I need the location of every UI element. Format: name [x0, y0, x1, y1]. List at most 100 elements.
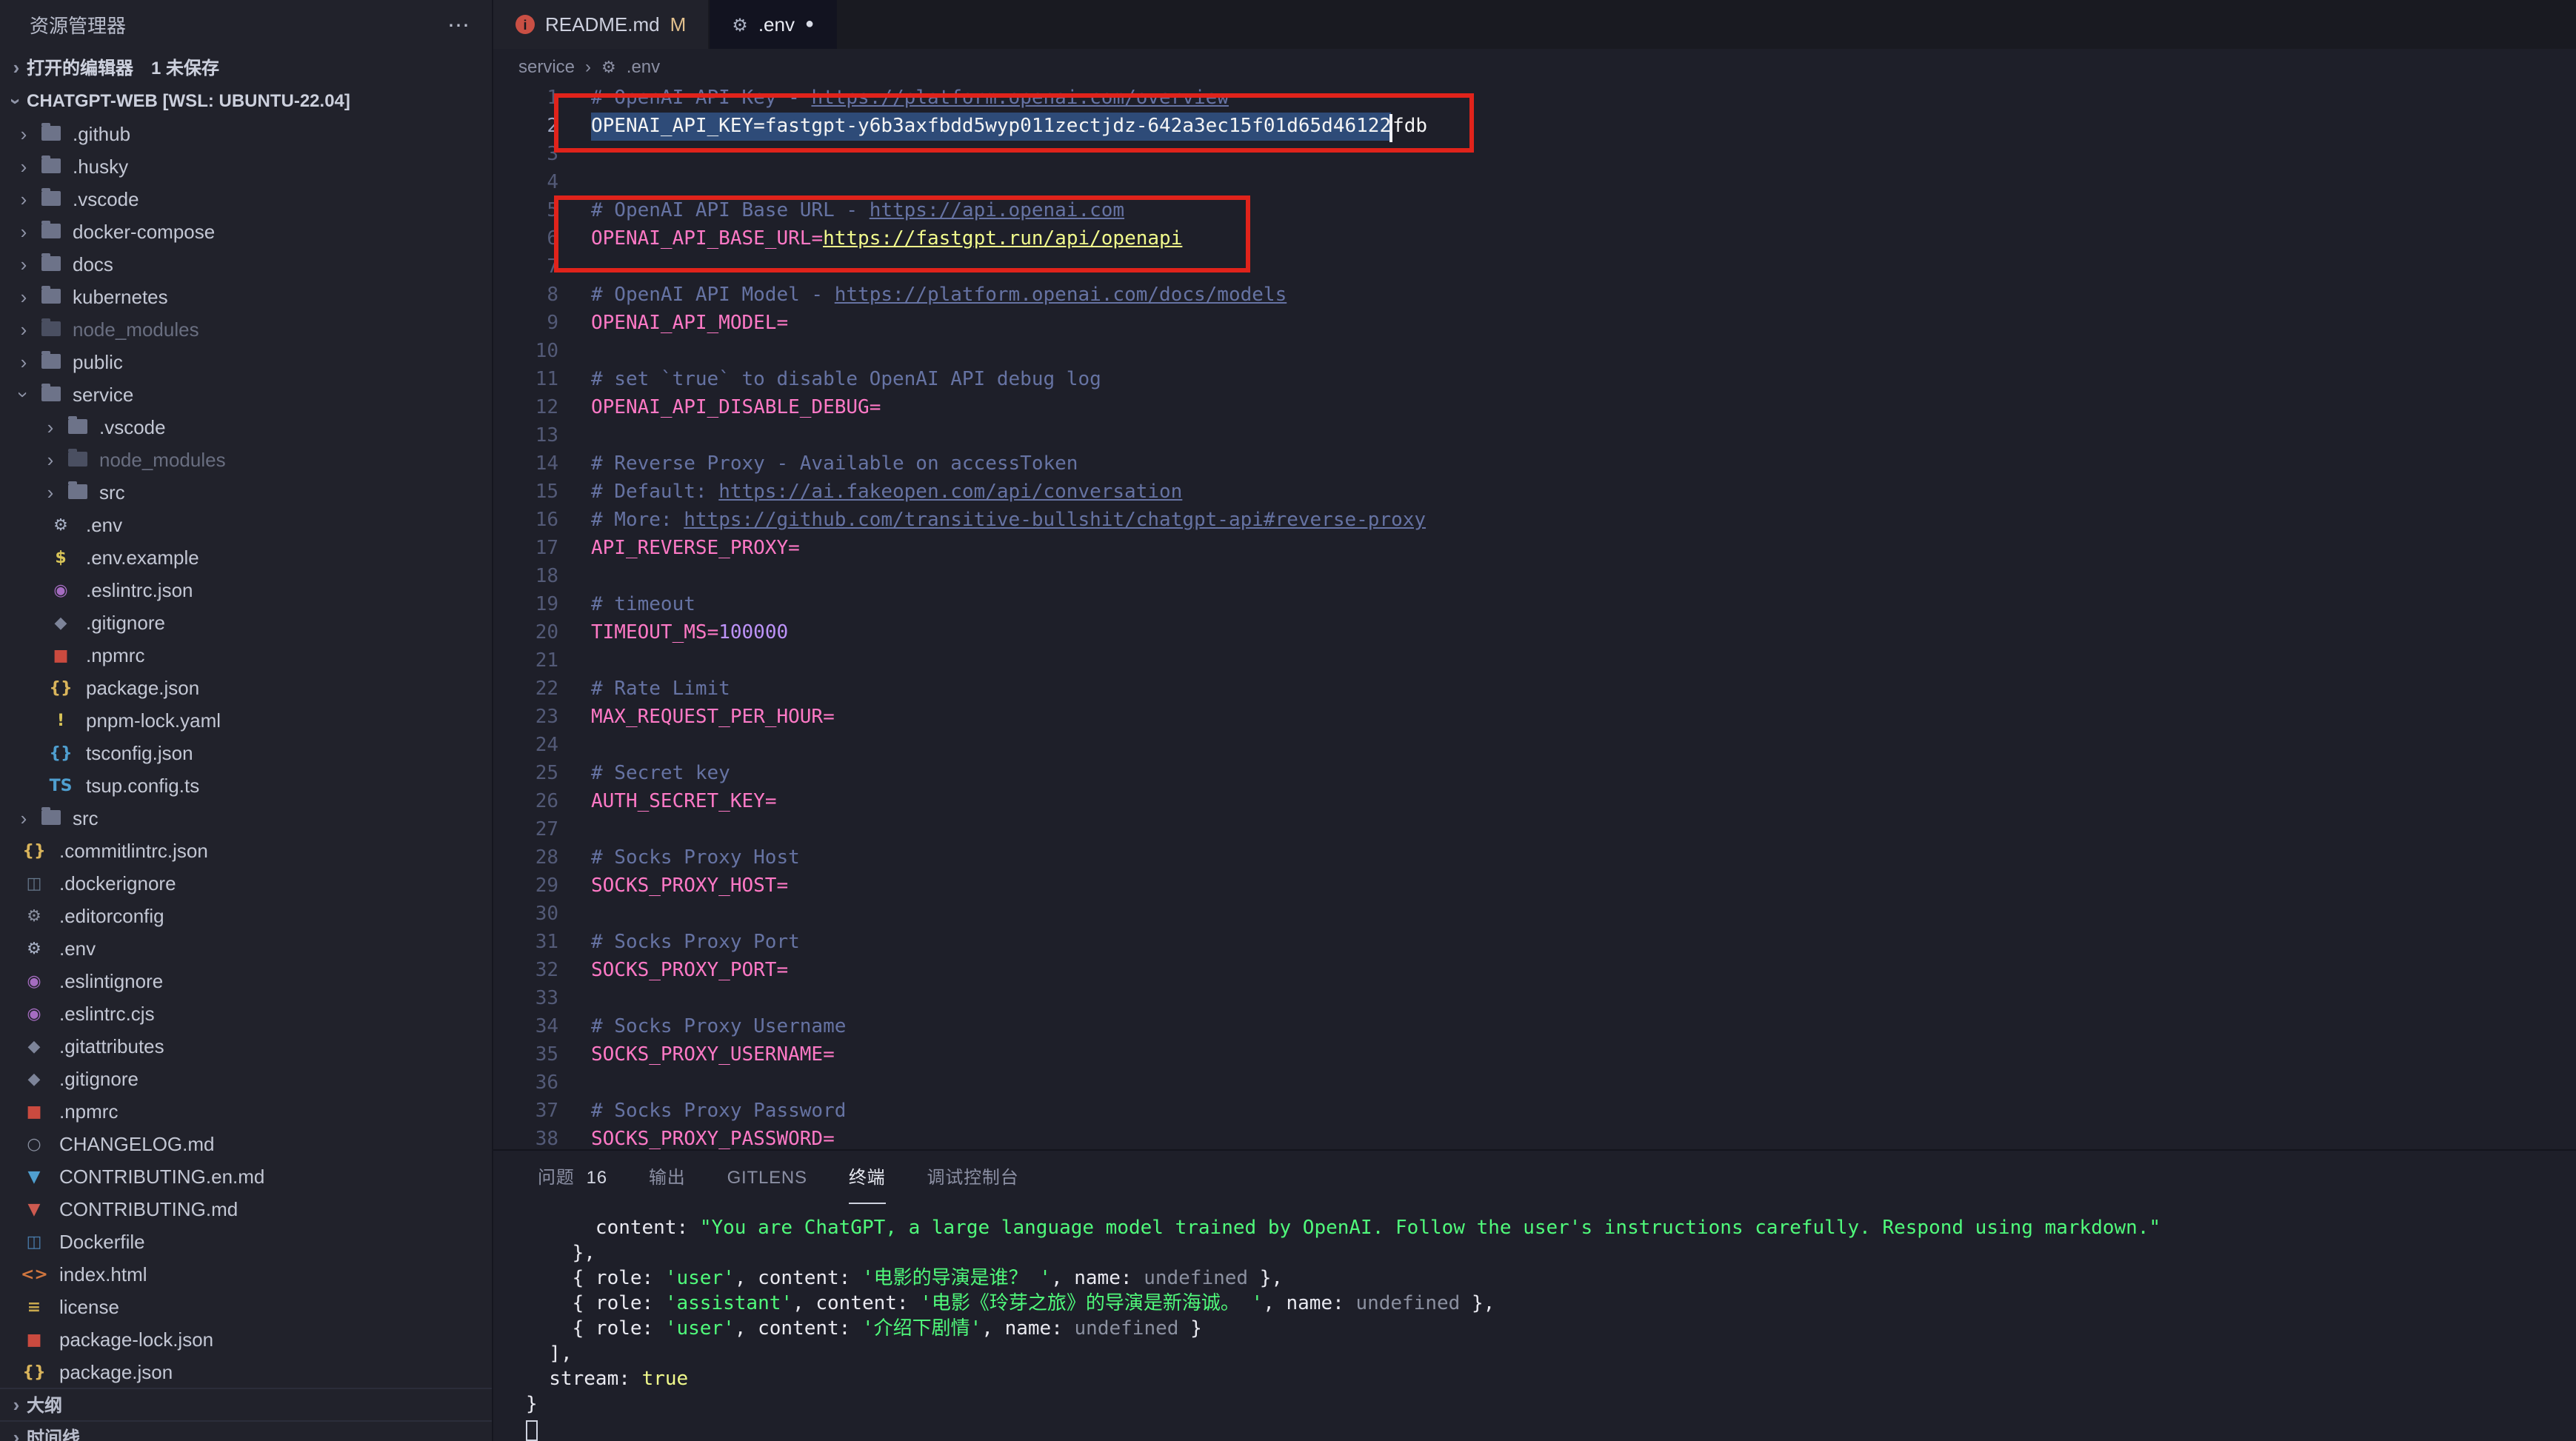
tree-item-.gitattributes[interactable]: ◆.gitattributes	[0, 1029, 492, 1062]
code-line-35[interactable]: 35SOCKS_PROXY_USERNAME=	[493, 1041, 2576, 1069]
code-line-22[interactable]: 22# Rate Limit	[493, 675, 2576, 703]
code-line-19[interactable]: 19# timeout	[493, 591, 2576, 619]
tree-item-.eslintrc.json[interactable]: ◉.eslintrc.json	[0, 573, 492, 606]
tree-item-package-lock.json[interactable]: ■package-lock.json	[0, 1323, 492, 1355]
npm-icon: ■	[21, 1101, 47, 1120]
terminal-line	[526, 1417, 2576, 1441]
code-line-8[interactable]: 8# OpenAI API Model - https://platform.o…	[493, 281, 2576, 310]
code-line-14[interactable]: 14# Reverse Proxy - Available on accessT…	[493, 450, 2576, 478]
code-line-5[interactable]: 5# OpenAI API Base URL - https://api.ope…	[493, 197, 2576, 225]
tree-item-.gitignore[interactable]: ◆.gitignore	[0, 1062, 492, 1094]
chevron-right-icon: ›	[39, 448, 62, 470]
workspace-section[interactable]: › CHATGPT-WEB [WSL: UBUNTU-22.04]	[0, 84, 492, 117]
code-line-12[interactable]: 12OPENAI_API_DISABLE_DEBUG=	[493, 394, 2576, 422]
tab-README.md[interactable]: iREADME.mdM	[493, 0, 710, 49]
tree-item-tsconfig.json[interactable]: {}tsconfig.json	[0, 736, 492, 769]
tree-item-.env.example[interactable]: $.env.example	[0, 541, 492, 573]
code-line-7[interactable]: 7	[493, 253, 2576, 281]
tree-item-docker-compose[interactable]: ›docker-compose	[0, 215, 492, 247]
panel-tab-gitlens[interactable]: GITLENS	[727, 1151, 807, 1204]
tree-item-CHANGELOG.md[interactable]: ○CHANGELOG.md	[0, 1127, 492, 1160]
tree-item-CONTRIBUTING.md[interactable]: ▼CONTRIBUTING.md	[0, 1192, 492, 1225]
code-line-11[interactable]: 11# set `true` to disable OpenAI API deb…	[493, 366, 2576, 394]
tree-item-kubernetes[interactable]: ›kubernetes	[0, 280, 492, 312]
code-line-6[interactable]: 6OPENAI_API_BASE_URL=https://fastgpt.run…	[493, 225, 2576, 253]
code-line-17[interactable]: 17API_REVERSE_PROXY=	[493, 535, 2576, 563]
terminal-output[interactable]: content: "You are ChatGPT, a large langu…	[493, 1204, 2576, 1441]
code-line-33[interactable]: 33	[493, 985, 2576, 1013]
code-line-2[interactable]: 2OPENAI_API_KEY=fastgpt-y6b3axfbdd5wyp01…	[493, 113, 2576, 141]
tree-item-package.json[interactable]: {}package.json	[0, 671, 492, 703]
unsaved-dot-icon[interactable]: ●	[805, 16, 814, 33]
code-line-10[interactable]: 10	[493, 338, 2576, 366]
tree-item-service[interactable]: ›service	[0, 378, 492, 410]
tree-item-Dockerfile[interactable]: ◫Dockerfile	[0, 1225, 492, 1257]
tree-item-.commitlintrc.json[interactable]: {}.commitlintrc.json	[0, 834, 492, 866]
tree-item-node_modules[interactable]: ›node_modules	[0, 443, 492, 475]
tree-item-.env[interactable]: ⚙.env	[0, 508, 492, 541]
code-area[interactable]: 1# OpenAI API Key - https://platform.ope…	[493, 84, 2576, 1149]
breadcrumb-item-service[interactable]: service	[518, 56, 575, 77]
tree-item-license[interactable]: ≡license	[0, 1290, 492, 1323]
code-line-37[interactable]: 37# Socks Proxy Password	[493, 1097, 2576, 1126]
tree-item-label: service	[73, 383, 133, 405]
code-line-31[interactable]: 31# Socks Proxy Port	[493, 929, 2576, 957]
code-line-23[interactable]: 23MAX_REQUEST_PER_HOUR=	[493, 703, 2576, 732]
tree-item-src[interactable]: ›src	[0, 801, 492, 834]
tree-item-.dockerignore[interactable]: ◫.dockerignore	[0, 866, 492, 899]
code-line-29[interactable]: 29SOCKS_PROXY_HOST=	[493, 872, 2576, 900]
tree-item-.husky[interactable]: ›.husky	[0, 150, 492, 182]
tree-item-.npmrc[interactable]: ■.npmrc	[0, 1094, 492, 1127]
tree-item-pnpm-lock.yaml[interactable]: !pnpm-lock.yaml	[0, 703, 492, 736]
code-line-38[interactable]: 38SOCKS_PROXY_PASSWORD=	[493, 1126, 2576, 1149]
code-line-15[interactable]: 15# Default: https://ai.fakeopen.com/api…	[493, 478, 2576, 506]
panel-tab-terminal[interactable]: 终端	[849, 1151, 886, 1204]
code-line-13[interactable]: 13	[493, 422, 2576, 450]
outline-section[interactable]: › 大纲	[0, 1388, 492, 1420]
code-line-9[interactable]: 9OPENAI_API_MODEL=	[493, 310, 2576, 338]
panel-tab-debug-console[interactable]: 调试控制台	[927, 1151, 1019, 1204]
open-editors-section[interactable]: › 打开的编辑器 1 未保存	[0, 49, 492, 84]
code-line-25[interactable]: 25# Secret key	[493, 760, 2576, 788]
code-line-28[interactable]: 28# Socks Proxy Host	[493, 844, 2576, 872]
panel-tab-output[interactable]: 输出	[649, 1151, 686, 1204]
code-line-36[interactable]: 36	[493, 1069, 2576, 1097]
code-line-16[interactable]: 16# More: https://github.com/transitive-…	[493, 506, 2576, 535]
code-line-24[interactable]: 24	[493, 732, 2576, 760]
code-line-4[interactable]: 4	[493, 169, 2576, 197]
code-line-20[interactable]: 20TIMEOUT_MS=100000	[493, 619, 2576, 647]
tree-item-tsup.config.ts[interactable]: TStsup.config.ts	[0, 769, 492, 801]
code-line-26[interactable]: 26AUTH_SECRET_KEY=	[493, 788, 2576, 816]
code-line-18[interactable]: 18	[493, 563, 2576, 591]
code-line-30[interactable]: 30	[493, 900, 2576, 929]
tab-.env[interactable]: ⚙.env●	[710, 0, 838, 49]
tree-item-.gitignore[interactable]: ◆.gitignore	[0, 606, 492, 638]
tree-item-public[interactable]: ›public	[0, 345, 492, 378]
tree-item-package.json[interactable]: {}package.json	[0, 1355, 492, 1388]
tree-item-.vscode[interactable]: ›.vscode	[0, 410, 492, 443]
tree-item-CONTRIBUTING.en.md[interactable]: ▼CONTRIBUTING.en.md	[0, 1160, 492, 1192]
tree-item-node_modules[interactable]: ›node_modules	[0, 312, 492, 345]
more-actions-icon[interactable]: ⋯	[447, 11, 471, 38]
tree-item-index.html[interactable]: <>index.html	[0, 1257, 492, 1290]
tree-item-src[interactable]: ›src	[0, 475, 492, 508]
tree-item-.editorconfig[interactable]: ⚙.editorconfig	[0, 899, 492, 932]
code-line-32[interactable]: 32SOCKS_PROXY_PORT=	[493, 957, 2576, 985]
code-line-34[interactable]: 34# Socks Proxy Username	[493, 1013, 2576, 1041]
tree-item-.npmrc[interactable]: ■.npmrc	[0, 638, 492, 671]
tree-item-docs[interactable]: ›docs	[0, 247, 492, 280]
tree-item-.env[interactable]: ⚙.env	[0, 932, 492, 964]
breadcrumb-item-env[interactable]: .env	[627, 56, 660, 77]
code-line-27[interactable]: 27	[493, 816, 2576, 844]
tree-item-.eslintrc.cjs[interactable]: ◉.eslintrc.cjs	[0, 997, 492, 1029]
code-line-3[interactable]: 3	[493, 141, 2576, 169]
panel-tab-problems[interactable]: 问题16	[538, 1151, 607, 1204]
code-line-21[interactable]: 21	[493, 647, 2576, 675]
code-line-1[interactable]: 1# OpenAI API Key - https://platform.ope…	[493, 84, 2576, 113]
line-number: 27	[493, 816, 558, 844]
chevron-right-icon: ›	[39, 481, 62, 503]
tree-item-.eslintignore[interactable]: ◉.eslintignore	[0, 964, 492, 997]
timeline-section[interactable]: › 时间线	[0, 1420, 492, 1441]
tree-item-.github[interactable]: ›.github	[0, 117, 492, 150]
tree-item-.vscode[interactable]: ›.vscode	[0, 182, 492, 215]
